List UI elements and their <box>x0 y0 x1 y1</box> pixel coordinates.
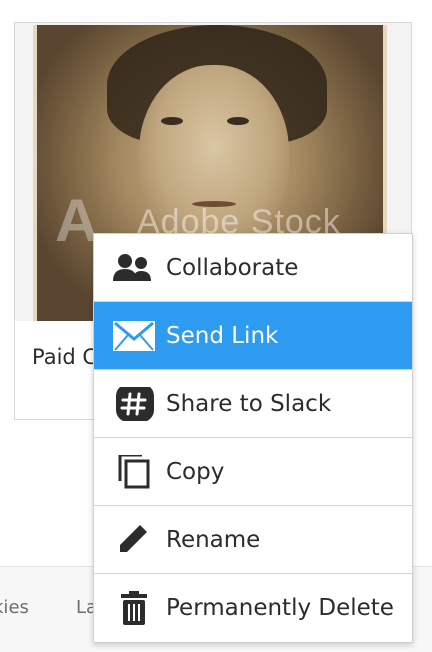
mail-icon <box>112 319 156 353</box>
menu-item-label: Permanently Delete <box>166 595 394 621</box>
menu-item-permanently-delete[interactable]: Permanently Delete <box>94 574 412 642</box>
trash-icon <box>112 591 156 625</box>
menu-item-label: Rename <box>166 527 261 553</box>
copy-icon <box>112 455 156 489</box>
menu-item-collaborate[interactable]: Collaborate <box>94 234 412 302</box>
menu-item-label: Send Link <box>166 323 279 349</box>
asset-license-label: Paid C <box>32 345 98 369</box>
menu-item-label: Share to Slack <box>166 391 332 417</box>
menu-item-label: Collaborate <box>166 255 299 281</box>
menu-item-share-to-slack[interactable]: Share to Slack <box>94 370 412 438</box>
photo-eye-right <box>227 117 249 125</box>
menu-item-copy[interactable]: Copy <box>94 438 412 506</box>
footer-cookies-link[interactable]: okies <box>0 597 29 618</box>
context-menu: Collaborate Send Link Share to Slack Cop… <box>93 233 413 643</box>
page: A Adobe Stock Paid C okies La Collaborat… <box>0 0 432 652</box>
pencil-icon <box>112 523 156 557</box>
collaborate-icon <box>112 251 156 285</box>
photo-eye-left <box>161 117 183 125</box>
slack-icon <box>112 387 156 421</box>
menu-item-label: Copy <box>166 459 225 485</box>
menu-item-send-link[interactable]: Send Link <box>94 302 412 370</box>
menu-item-rename[interactable]: Rename <box>94 506 412 574</box>
